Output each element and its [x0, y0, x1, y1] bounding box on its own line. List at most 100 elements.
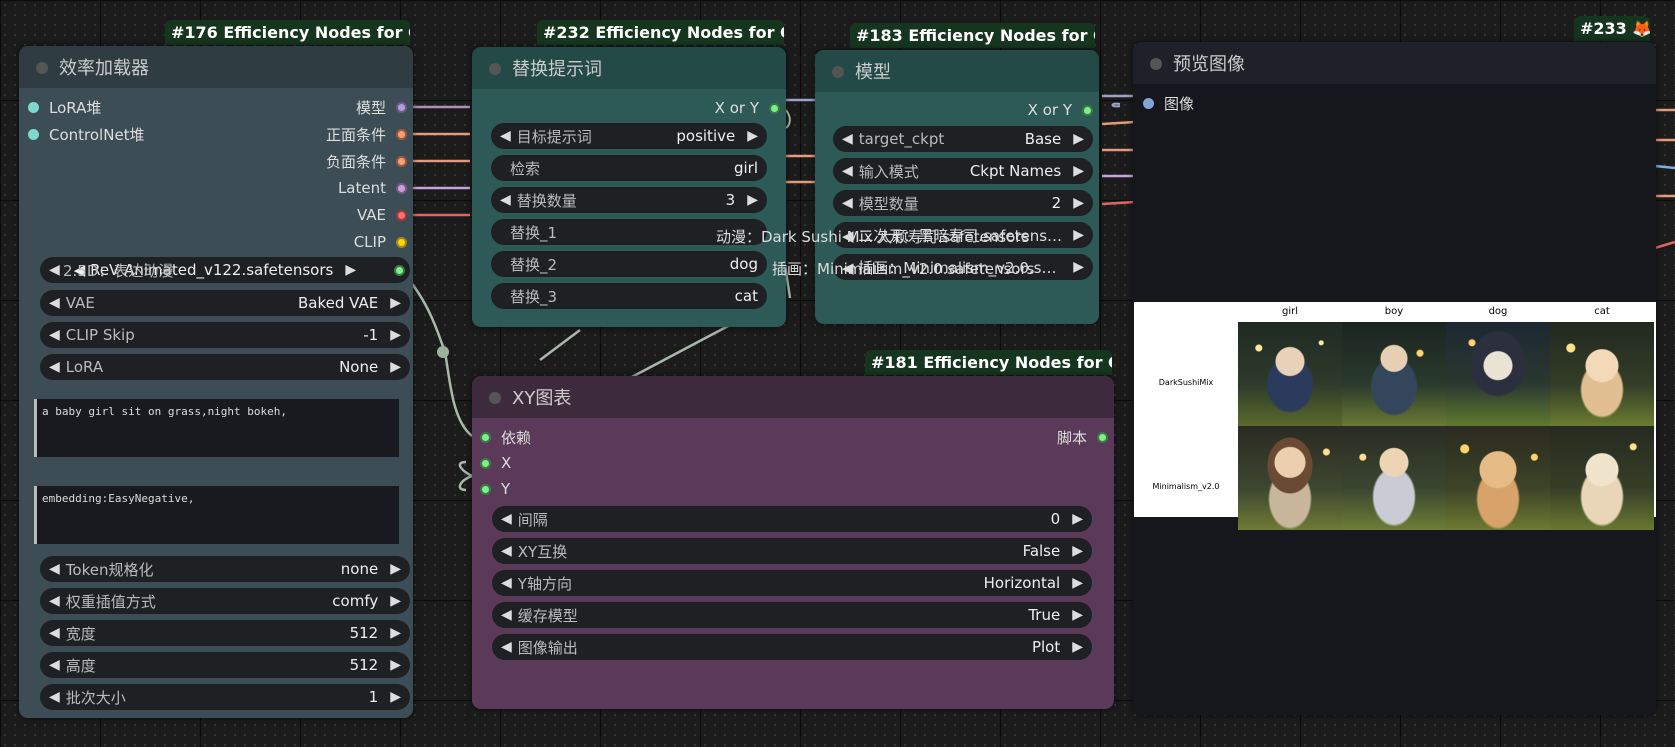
batch-size-widget[interactable]: ◀ 批次大小 1 ▶ — [40, 684, 410, 710]
arrow-left-icon[interactable]: ◀ — [501, 575, 512, 591]
slot-dot-icon[interactable] — [1097, 431, 1108, 443]
node-header[interactable]: 替换提示词 — [472, 47, 786, 89]
xy-plot-node[interactable]: XY图表 依赖 X Y 脚本 ◀ 间隔 0 ▶ ◀ XY互换 False ▶ ◀ Y轴方向 Ho… — [472, 376, 1114, 709]
arrow-left-icon[interactable]: ◀ — [501, 511, 512, 527]
token-normalization-widget[interactable]: ◀ Token规格化 none ▶ — [40, 556, 410, 582]
output-x-or-y[interactable]: X or Y — [715, 97, 780, 119]
slot-dot-icon[interactable] — [396, 209, 407, 221]
node-header[interactable]: 预览图像 — [1133, 42, 1656, 84]
arrow-right-icon[interactable]: ▶ — [1072, 639, 1083, 655]
clip-skip-widget[interactable]: ◀ CLIP Skip -1 ▶ — [40, 322, 410, 348]
collapse-dot-icon[interactable] — [489, 392, 501, 404]
collapse-dot-icon[interactable] — [1150, 58, 1162, 70]
positive-prompt-textarea[interactable]: a baby girl sit on grass,night bokeh, — [34, 399, 399, 457]
input-lora-stack[interactable]: LoRA堆 — [28, 96, 101, 118]
slot-dot-icon[interactable] — [396, 182, 407, 194]
arrow-right-icon[interactable]: ▶ — [390, 295, 401, 311]
model-count-widget[interactable]: ◀ 模型数量 2 ▶ — [833, 190, 1093, 216]
slot-dot-icon[interactable] — [480, 483, 491, 495]
arrow-left-icon[interactable]: ◀ — [501, 639, 512, 655]
output-vae[interactable]: VAE — [357, 204, 407, 226]
arrow-left-icon[interactable]: ◀ — [49, 359, 60, 375]
slot-dot-icon[interactable] — [480, 431, 491, 443]
output-model[interactable]: 模型 — [356, 96, 407, 118]
arrow-left-icon[interactable]: ◀ — [49, 625, 60, 641]
output-x-or-y[interactable]: X or Y — [1028, 99, 1093, 121]
slot-dot-icon[interactable] — [769, 102, 780, 114]
target-prompt-widget[interactable]: ◀ 目标提示词 positive ▶ — [491, 123, 767, 149]
arrow-right-icon[interactable]: ▶ — [1072, 543, 1083, 559]
input-y[interactable]: Y — [480, 478, 510, 500]
xy-plot-preview-image[interactable]: girl boy dog cat DarkSushiMix Minimalism… — [1134, 302, 1656, 530]
arrow-right-icon[interactable]: ▶ — [345, 262, 356, 278]
arrow-left-icon[interactable]: ◀ — [49, 561, 60, 577]
search-text-widget[interactable]: 检索 girl — [491, 155, 767, 181]
arrow-left-icon[interactable]: ◀ — [49, 295, 60, 311]
arrow-left-icon[interactable]: ◀ — [501, 607, 512, 623]
input-dependencies[interactable]: 依赖 — [480, 426, 531, 448]
cache-models-widget[interactable]: ◀ 缓存模型 True ▶ — [492, 602, 1092, 628]
slot-dot-icon[interactable] — [28, 101, 39, 113]
replace-3-widget[interactable]: 替换_3 cat — [491, 283, 767, 309]
height-widget[interactable]: ◀ 高度 512 ▶ — [40, 652, 410, 678]
slot-dot-icon[interactable] — [1143, 97, 1154, 109]
arrow-right-icon[interactable]: ▶ — [390, 689, 401, 705]
ckpt-name-2-widget[interactable]: ◀ 插画：Minimalism_v2.0.safetensors▶ — [833, 254, 1093, 280]
arrow-left-icon[interactable]: ◀ — [49, 689, 60, 705]
y-label-orientation-widget[interactable]: ◀ Y轴方向 Horizontal ▶ — [492, 570, 1092, 596]
input-mode-widget[interactable]: ◀ 输入模式 Ckpt Names ▶ — [833, 158, 1093, 184]
arrow-left-icon[interactable]: ◀ — [49, 593, 60, 609]
slot-dot-icon[interactable] — [396, 128, 407, 140]
arrow-left-icon[interactable]: ◀ — [49, 327, 60, 343]
arrow-right-icon[interactable]: ▶ — [390, 561, 401, 577]
arrow-right-icon[interactable]: ▶ — [1072, 607, 1083, 623]
arrow-right-icon[interactable]: ▶ — [390, 327, 401, 343]
arrow-right-icon[interactable]: ▶ — [1073, 195, 1084, 211]
slot-dot-icon[interactable] — [1082, 104, 1093, 116]
replace-prompt-node[interactable]: 替换提示词 X or Y ◀ 目标提示词 positive ▶ 检索 girl ◀ 替换数… — [472, 47, 786, 327]
arrow-left-icon[interactable]: ◀ — [842, 195, 853, 211]
arrow-right-icon[interactable]: ▶ — [1073, 163, 1084, 179]
input-x[interactable]: X — [480, 452, 511, 474]
arrow-left-icon[interactable]: ◀ — [842, 131, 853, 147]
slot-dot-icon[interactable] — [396, 101, 407, 113]
arrow-left-icon[interactable]: ◀ — [49, 262, 60, 278]
ckpt-name-1-widget[interactable]: ◀ 二次元：黑暗寿司.safetensors ▶ — [833, 222, 1093, 248]
arrow-right-icon[interactable]: ▶ — [747, 192, 758, 208]
efficient-loader-node[interactable]: 效率加载器 LoRA堆 ControlNet堆 模型 正面条件 负面条件 Lat… — [19, 46, 413, 718]
preview-image-node[interactable]: 预览图像 图像 girl boy dog cat DarkSushiMix Mi… — [1133, 42, 1656, 715]
slot-dot-icon[interactable] — [396, 236, 407, 248]
model-xy-node[interactable]: 模型 X or Y ◀ target_ckpt Base ▶ ◀ 输入模式 Ckpt Na… — [815, 50, 1099, 324]
output-script[interactable]: 脚本 — [1057, 426, 1108, 448]
arrow-left-icon[interactable]: ◀ — [842, 163, 853, 179]
node-header[interactable]: XY图表 — [472, 376, 1114, 418]
output-positive[interactable]: 正面条件 — [326, 123, 407, 145]
arrow-right-icon[interactable]: ▶ — [1073, 259, 1084, 275]
arrow-left-icon[interactable]: ◀ — [500, 128, 511, 144]
arrow-left-icon[interactable]: ◀ — [501, 543, 512, 559]
target-ckpt-widget[interactable]: ◀ target_ckpt Base ▶ — [833, 126, 1093, 152]
arrow-right-icon[interactable]: ▶ — [1073, 131, 1084, 147]
collapse-dot-icon[interactable] — [36, 62, 48, 74]
grid-spacing-widget[interactable]: ◀ 间隔 0 ▶ — [492, 506, 1092, 532]
output-negative[interactable]: 负面条件 — [326, 150, 407, 172]
arrow-right-icon[interactable]: ▶ — [390, 593, 401, 609]
replace-count-widget[interactable]: ◀ 替换数量 3 ▶ — [491, 187, 767, 213]
slot-dot-icon[interactable] — [28, 128, 39, 140]
node-header[interactable]: 效率加载器 — [19, 46, 413, 88]
arrow-left-icon[interactable]: ◀ — [49, 657, 60, 673]
input-images[interactable]: 图像 — [1143, 92, 1194, 114]
width-widget[interactable]: ◀ 宽度 512 ▶ — [40, 620, 410, 646]
arrow-right-icon[interactable]: ▶ — [1072, 575, 1083, 591]
slot-dot-icon[interactable] — [394, 264, 405, 276]
slot-dot-icon[interactable] — [396, 155, 407, 167]
slot-dot-icon[interactable] — [480, 457, 491, 469]
collapse-dot-icon[interactable] — [489, 63, 501, 75]
xy-flip-widget[interactable]: ◀ XY互换 False ▶ — [492, 538, 1092, 564]
arrow-left-icon[interactable]: ◀ — [500, 192, 511, 208]
arrow-right-icon[interactable]: ▶ — [390, 657, 401, 673]
ckpt-name-widget[interactable]: ◀ ◀ ReV Animated_v122.safetensors ▶ — [40, 257, 410, 283]
node-header[interactable]: 模型 — [815, 50, 1099, 92]
input-controlnet-stack[interactable]: ControlNet堆 — [28, 123, 145, 145]
image-output-widget[interactable]: ◀ 图像输出 Plot ▶ — [492, 634, 1092, 660]
